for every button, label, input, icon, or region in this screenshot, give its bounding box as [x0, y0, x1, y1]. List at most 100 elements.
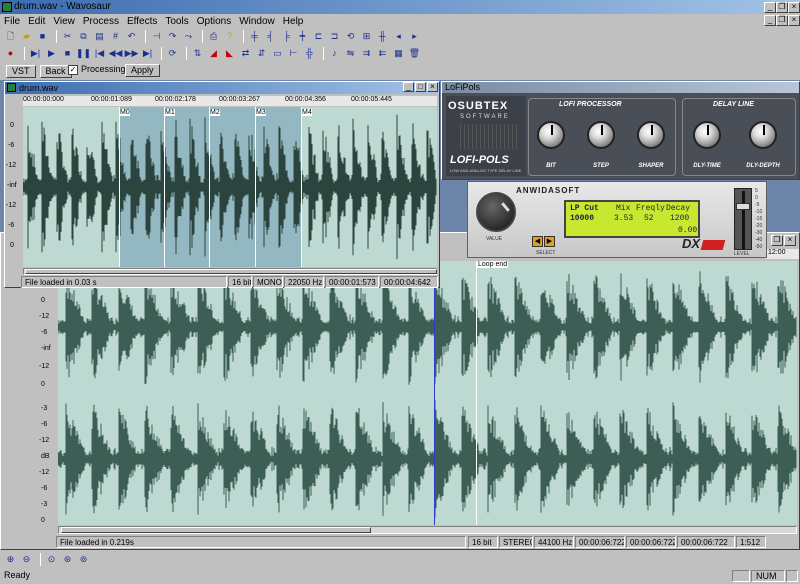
fade-in-icon[interactable]: ◢ — [207, 48, 220, 60]
loop-end-icon[interactable]: ⊐ — [328, 31, 341, 43]
forward-end-icon[interactable]: ▶| — [141, 48, 154, 60]
rewind-start-icon[interactable]: |◀ — [93, 48, 106, 60]
redo-icon[interactable]: ↷ — [166, 31, 179, 43]
insert-silence-icon[interactable]: ⊢ — [287, 48, 300, 60]
cut-icon[interactable]: ✂ — [61, 31, 74, 43]
marker-m1[interactable]: M1 — [165, 109, 175, 116]
menu-help[interactable]: Help — [283, 16, 304, 27]
zoom-vertical-icon[interactable]: ⊚ — [77, 553, 90, 565]
menu-window[interactable]: Window — [239, 16, 275, 27]
menu-process[interactable]: Process — [83, 16, 119, 27]
copy-icon[interactable]: ⧉ — [77, 31, 90, 43]
zoom-in-icon[interactable]: ⊕ — [4, 553, 17, 565]
bit-knob[interactable] — [537, 121, 565, 149]
restore-icon[interactable]: ❐ — [776, 2, 788, 13]
stop-icon[interactable]: ■ — [61, 48, 74, 60]
crop-icon[interactable]: # — [109, 31, 122, 43]
back-button[interactable]: Back — [39, 64, 72, 78]
marker-m0-line[interactable] — [119, 107, 120, 267]
stereo-icon[interactable]: ⇇ — [376, 48, 389, 60]
pitch-icon[interactable]: ♪ — [328, 48, 341, 60]
mdi-restore-icon[interactable]: ❐ — [776, 15, 788, 26]
processing-checkbox[interactable]: ✓ — [68, 65, 78, 75]
print-icon[interactable]: ⎙ — [207, 31, 220, 43]
normalize-icon[interactable]: ⇅ — [191, 48, 204, 60]
trash-icon[interactable]: 🗑 — [408, 48, 421, 60]
dx-value-knob[interactable] — [476, 192, 516, 232]
marker-m0[interactable]: M0 — [120, 109, 130, 116]
drum-h-scrollbar-thumb[interactable] — [25, 269, 437, 274]
zoom-out-icon[interactable]: ⊖ — [20, 553, 33, 565]
record-icon[interactable]: ● — [4, 48, 17, 60]
rewind-icon[interactable]: ◀◀ — [109, 48, 123, 60]
loop-start-icon[interactable]: ⊏ — [312, 31, 325, 43]
menu-tools[interactable]: Tools — [165, 16, 188, 27]
loop-play-icon[interactable]: ⟳ — [166, 48, 179, 60]
main-waveform[interactable]: Loop end — [58, 261, 797, 525]
menu-file[interactable]: File — [4, 16, 20, 27]
zoom-full-icon[interactable]: ⊛ — [61, 553, 74, 565]
main-restore-icon[interactable]: ❐ — [771, 235, 783, 246]
close-icon[interactable]: × — [788, 2, 800, 13]
go-start-icon[interactable]: ◂ — [392, 31, 405, 43]
play-selection-icon[interactable]: ▶| — [29, 48, 42, 60]
dly-depth-knob[interactable] — [749, 121, 777, 149]
go-end-icon[interactable]: ▸ — [408, 31, 421, 43]
drum-maximize-icon[interactable]: □ — [415, 82, 426, 92]
mdi-minimize-icon[interactable]: _ — [764, 15, 776, 26]
marker-m2[interactable]: M2 — [210, 109, 220, 116]
loop-end-marker[interactable] — [476, 261, 477, 525]
menu-options[interactable]: Options — [197, 16, 231, 27]
dx-prev-button[interactable]: ◀ — [532, 236, 543, 247]
main-close-icon[interactable]: × — [784, 235, 796, 246]
drum-waveform[interactable]: M0 M1 M2 M3 M4 — [23, 107, 437, 267]
undo-icon[interactable]: ↶ — [125, 31, 138, 43]
marker-m4[interactable]: M4 — [302, 109, 312, 116]
snap-icon[interactable]: ⊞ — [360, 31, 373, 43]
silence-icon[interactable]: ▭ — [271, 48, 284, 60]
main-h-scrollbar-thumb[interactable] — [61, 527, 371, 533]
dc-offset-icon[interactable]: ╬ — [303, 48, 316, 60]
step-knob[interactable] — [587, 121, 615, 149]
trim-left-icon[interactable]: ⊣ — [150, 31, 163, 43]
stretch-icon[interactable]: ⤳ — [182, 31, 195, 43]
save-icon[interactable]: ■ — [36, 31, 49, 43]
play-icon[interactable]: ▶ — [45, 48, 58, 60]
menu-edit[interactable]: Edit — [28, 16, 45, 27]
dx-level-slider[interactable] — [734, 188, 752, 250]
dly-time-knob[interactable] — [693, 121, 721, 149]
marker-next-icon[interactable]: ╞ — [280, 31, 293, 43]
marker-m4-line[interactable] — [301, 107, 302, 267]
drum-h-scrollbar[interactable] — [23, 268, 437, 275]
loop-icon[interactable]: ⟲ — [344, 31, 357, 43]
open-folder-icon[interactable]: ▰ — [20, 31, 33, 43]
shaper-knob[interactable] — [637, 121, 665, 149]
vst-rack-icon[interactable]: ▦ — [392, 48, 405, 60]
fade-out-icon[interactable]: ◣ — [223, 48, 236, 60]
marker-m3-line[interactable] — [255, 107, 256, 267]
forward-icon[interactable]: ▶▶ — [125, 48, 139, 60]
playback-cursor[interactable] — [434, 261, 435, 525]
drum-close-icon[interactable]: × — [427, 82, 438, 92]
marker-prev-icon[interactable]: ╡ — [264, 31, 277, 43]
marker-m3[interactable]: M3 — [256, 109, 266, 116]
dx-level-thumb[interactable] — [736, 203, 750, 210]
vst-button[interactable]: VST — [6, 64, 36, 78]
apply-button[interactable]: Apply — [125, 64, 160, 77]
drum-minimize-icon[interactable]: _ — [403, 82, 414, 92]
marker-add-icon[interactable]: ╪ — [248, 31, 261, 43]
channel-swap-icon[interactable]: ⇋ — [344, 48, 357, 60]
minimize-icon[interactable]: _ — [764, 2, 776, 13]
pause-icon[interactable]: ❚❚ — [76, 48, 91, 60]
grid-icon[interactable]: ╫ — [376, 31, 389, 43]
dx-next-button[interactable]: ▶ — [544, 236, 555, 247]
menu-view[interactable]: View — [53, 16, 75, 27]
marker-del-icon[interactable]: ┿ — [296, 31, 309, 43]
marker-m1-line[interactable] — [164, 107, 165, 267]
paste-icon[interactable]: ▤ — [93, 31, 106, 43]
menu-effects[interactable]: Effects — [127, 16, 157, 27]
new-file-icon[interactable]: 🗋 — [4, 31, 17, 43]
help-icon[interactable]: ? — [223, 31, 236, 43]
reverse-icon[interactable]: ⇄ — [239, 48, 252, 60]
marker-m2-line[interactable] — [209, 107, 210, 267]
